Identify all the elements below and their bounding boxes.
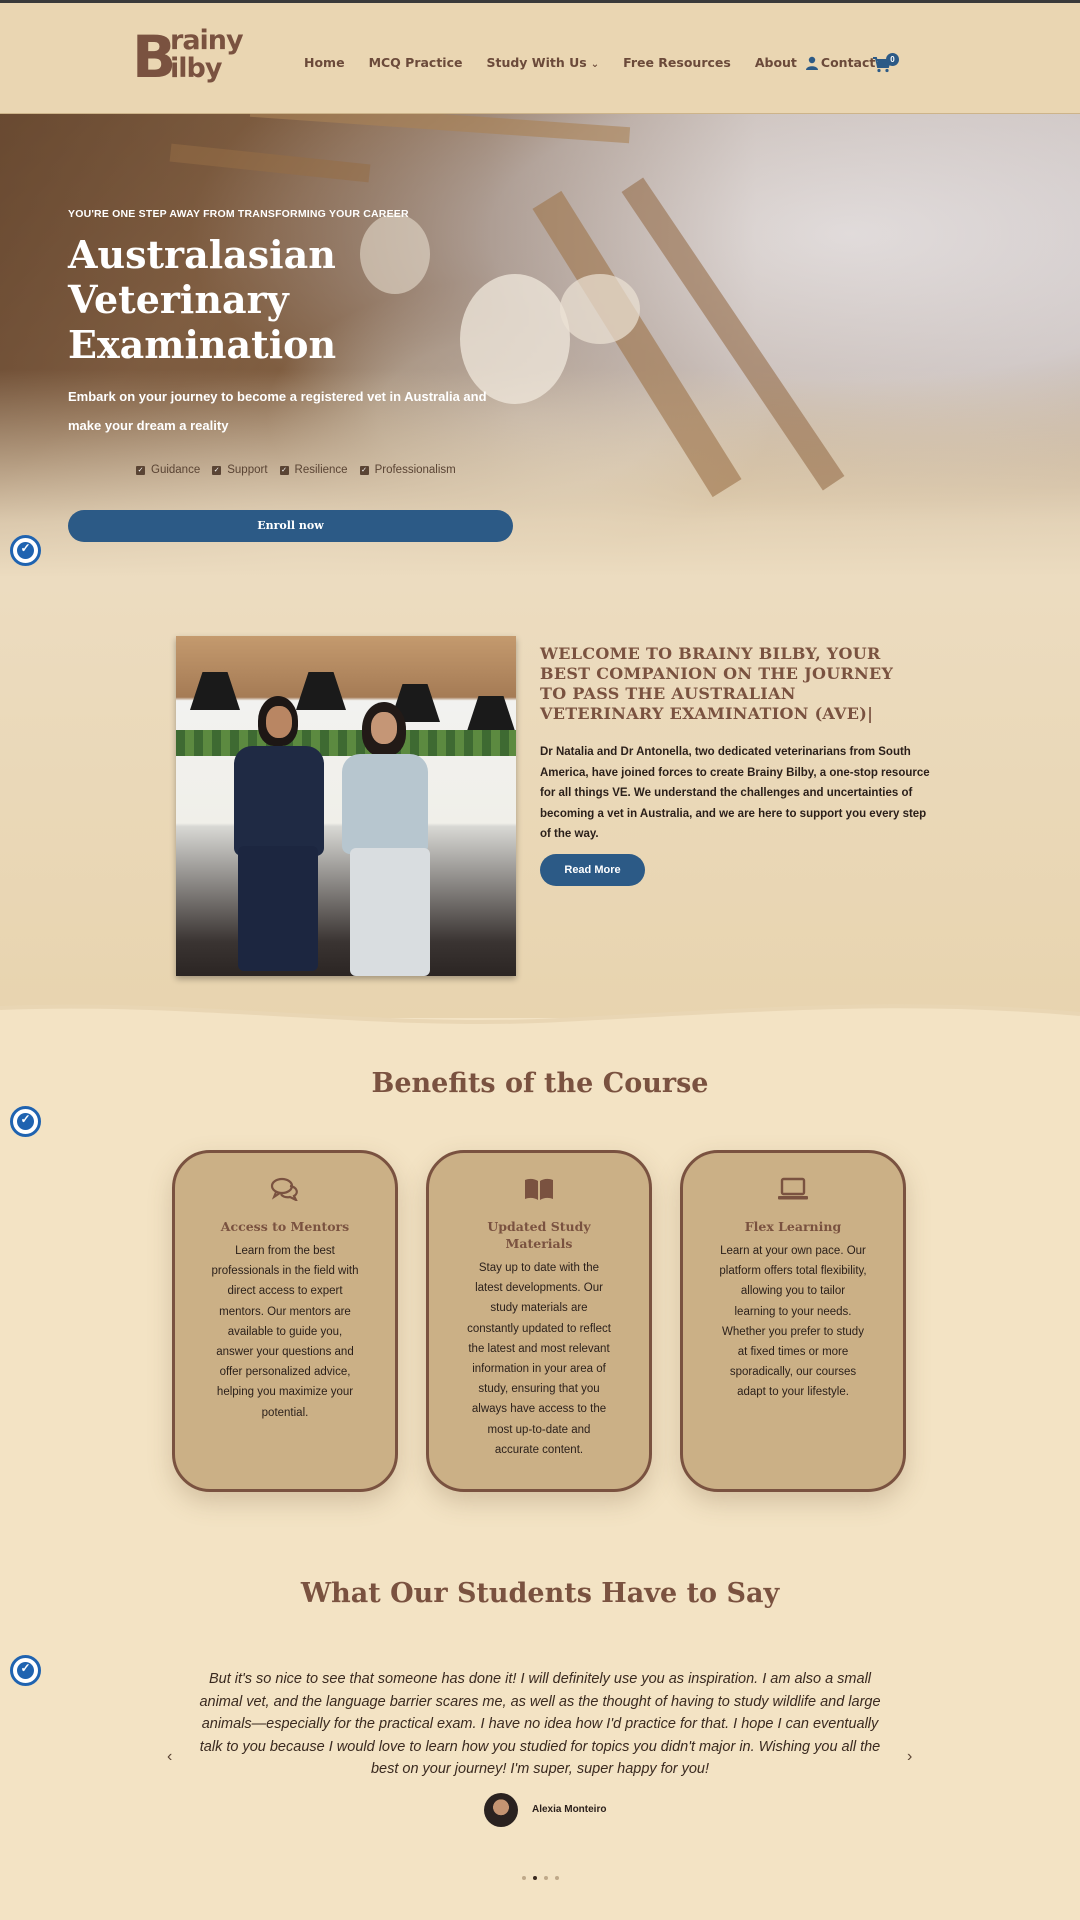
benefit-card-title: Access to Mentors [220,1219,350,1234]
benefit-card-text: Learn from the best professionals in the… [211,1245,359,1419]
checkbox-icon: ✓ [359,465,369,475]
benefit-card-title: Updated Study Materials [487,1219,591,1251]
carousel-dot[interactable] [522,1876,526,1880]
welcome-body: Dr Natalia and Dr Antonella, two dedicat… [540,746,930,840]
founders-photo [176,636,516,976]
hero-photo-fence [621,177,845,491]
benefit-card-text: Learn at your own pace. Our platform off… [719,1245,867,1399]
benefit-card: Updated Study Materials Stay up to date … [426,1150,652,1492]
carousel-dot[interactable] [533,1876,537,1880]
welcome-section: WELCOME TO BRAINY BILBY, YOUR BEST COMPA… [0,578,1080,1018]
nav-mcq-practice[interactable]: MCQ Practice [369,55,463,70]
avatar [484,1793,518,1827]
hero-checklist: ✓ Guidance ✓ Support ✓ Resilience ✓ Professi… [136,464,468,476]
person-shape [224,696,334,976]
enroll-now-button[interactable]: Enroll now [68,510,513,542]
welcome-title: WELCOME TO BRAINY BILBY, YOUR BEST COMPA… [540,644,894,723]
chevron-down-icon: ⌄ [590,59,600,70]
checklist-item: ✓ Professionalism [359,464,456,476]
hero-section: YOU'RE ONE STEP AWAY FROM TRANSFORMING Y… [0,114,1080,578]
checkbox-icon: ✓ [136,465,145,475]
checklist-label: Professionalism [374,464,456,476]
read-more-button[interactable]: Read More [540,854,645,886]
checklist-label: Guidance [151,464,201,476]
carousel-next-button[interactable]: › [907,1748,912,1766]
benefits-title: Benefits of the Course [371,1068,709,1099]
nav-free-resources[interactable]: Free Resources [623,55,731,70]
benefit-card: Flex Learning Learn at your own pace. Ou… [680,1150,906,1492]
nav-study-with-us[interactable]: Study With Us ⌄ [486,55,599,70]
carousel-pagination [522,1876,559,1880]
checklist-item: ✓ Guidance [136,464,200,476]
logo-top-word: rainy [170,25,244,56]
hero-tagline: YOU'RE ONE STEP AWAY FROM TRANSFORMING Y… [68,208,409,220]
nav-about[interactable]: About [755,55,797,70]
benefit-card-title: Flex Learning [744,1219,842,1234]
benefit-card: Access to Mentors Learn from the best pr… [172,1150,398,1492]
lamp-shape [466,696,516,734]
checklist-label: Resilience [294,464,348,476]
site-header: B rainy ilby Home MCQ Practice Study Wit… [0,0,1080,114]
accessibility-icon[interactable]: ✓ [10,1106,41,1137]
laptop-icon [778,1177,808,1200]
testimonial-quote: But it's so nice to see that someone has… [199,1671,881,1777]
hero-photo-fence [169,143,371,183]
checklist-item: ✓ Support [212,464,268,476]
logo-letter: B [132,23,176,91]
hero-photo-fence [249,114,631,144]
chat-icon [270,1177,299,1203]
benefit-card-text: Stay up to date with the latest developm… [467,1262,611,1456]
checklist-label: Support [227,464,268,476]
hero-title: Australasian Veterinary Examination [68,232,337,367]
checkbox-icon: ✓ [212,465,222,475]
carousel-dot[interactable] [544,1876,548,1880]
accessibility-icon[interactable]: ✓ [10,1655,41,1686]
person-shape [336,702,446,976]
checkbox-icon: ✓ [279,465,289,475]
nav-study-label: Study With Us [486,55,587,70]
testimonial-author: Alexia Monteiro [532,1804,607,1815]
carousel-prev-button[interactable]: ‹ [167,1748,172,1766]
nav-contact[interactable]: Contact [821,55,875,70]
hero-photo-sheep [560,274,640,344]
checklist-item: ✓ Resilience [279,464,348,476]
wave-divider [0,1004,1080,1050]
accessibility-icon[interactable]: ✓ [10,535,41,566]
brainy-bilby-logo[interactable]: B rainy ilby [132,23,252,91]
logo-bottom-word: ilby [170,53,222,84]
hero-subtitle: Embark on your journey to become a regis… [68,389,487,433]
book-icon [525,1178,553,1200]
testimonials-title: What Our Students Have to Say [300,1578,780,1609]
carousel-dot[interactable] [555,1876,559,1880]
cart-count-badge: 0 [886,53,899,66]
nav-home[interactable]: Home [304,55,345,70]
user-account-icon[interactable] [805,56,819,70]
